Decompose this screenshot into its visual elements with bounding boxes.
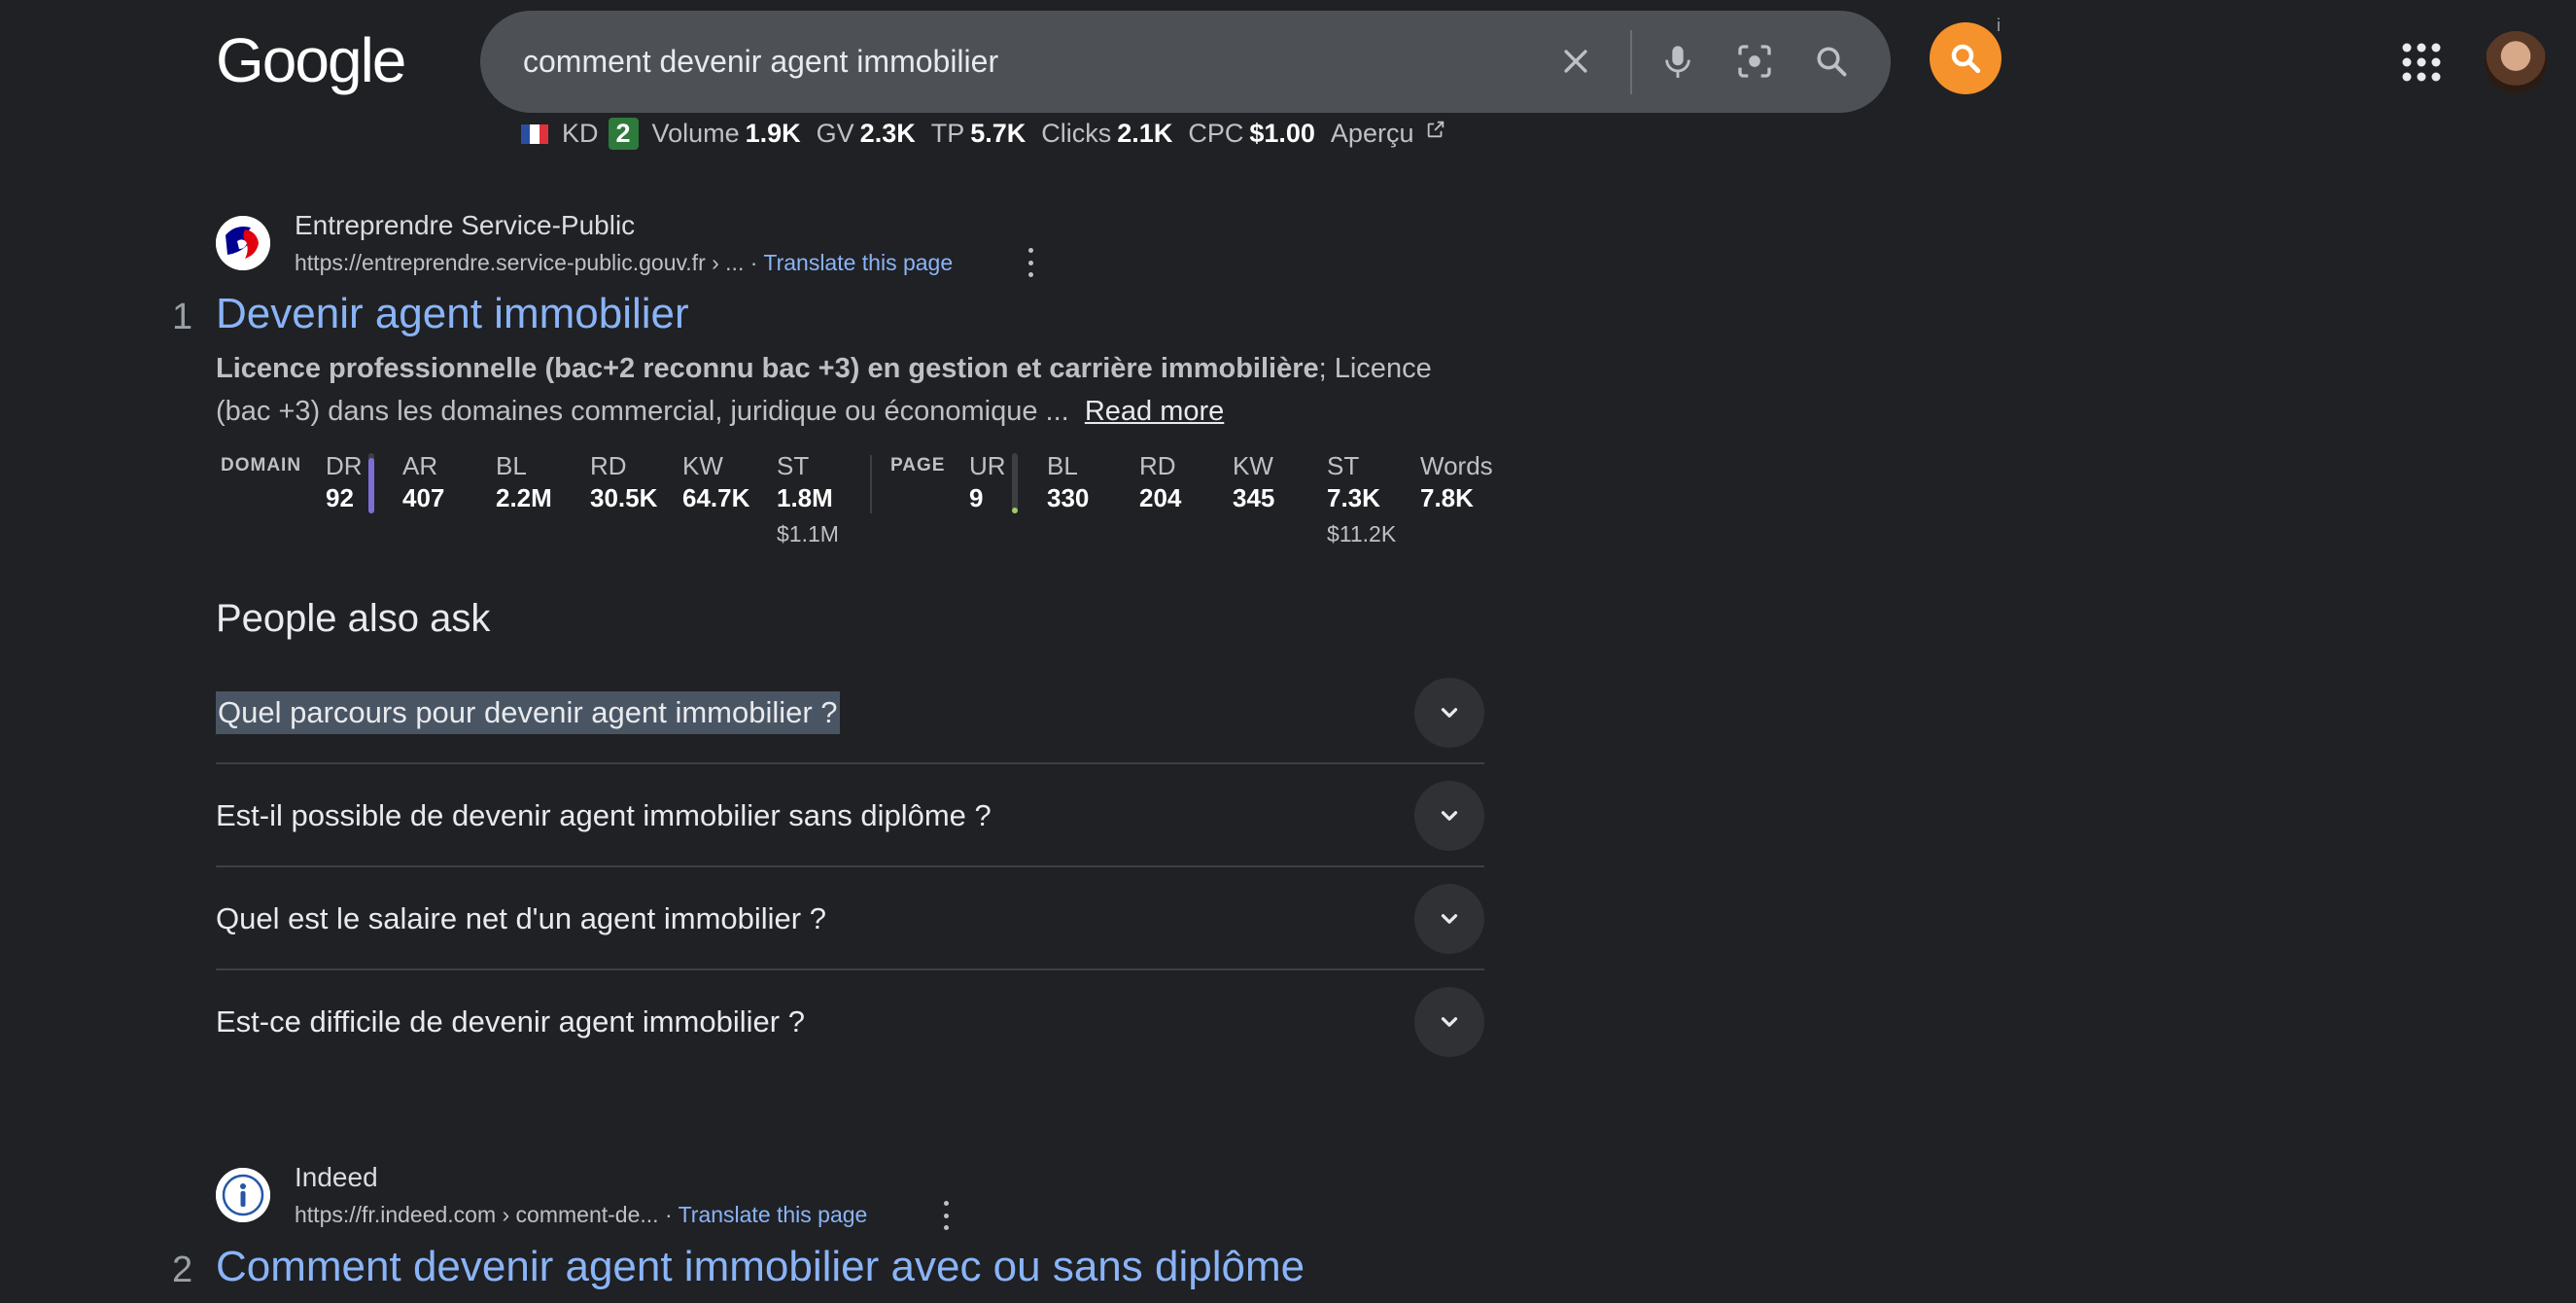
keyword-metrics-bar: KD 2 Volume 1.9K GV 2.3K TP 5.7K Clicks 2.1K… [521, 118, 1446, 150]
paa-question-text: Est-il possible de devenir agent immobil… [216, 798, 992, 832]
dr-level-bar [368, 453, 374, 513]
domain-rd-metric: RD 30.5K [590, 451, 658, 512]
ar-metric: AR 407 [402, 451, 445, 512]
chevron-down-icon[interactable] [1414, 781, 1484, 851]
paa-question-text: Quel parcours pour devenir agent immobil… [216, 691, 840, 734]
page-label: PAGE [890, 455, 946, 475]
domain-bl-metric: BL 2.2M [496, 451, 552, 512]
extension-search-button[interactable] [1930, 22, 2002, 94]
account-avatar[interactable] [2485, 31, 2547, 93]
france-flag-icon [521, 123, 548, 144]
result-title-link[interactable]: Comment devenir agent immobilier avec ou… [216, 1243, 1305, 1291]
result-rank: 1 [172, 297, 193, 337]
site-favicon[interactable] [216, 216, 270, 270]
words-metric: Words 7.8K [1420, 451, 1493, 512]
clear-icon[interactable] [1550, 36, 1601, 87]
page-st-metric: ST 7.3K $11.2K [1327, 451, 1397, 546]
page-kw-metric: KW 345 [1233, 451, 1275, 512]
dr-metric: DR 92 [326, 451, 363, 512]
result-title-link[interactable]: Devenir agent immobilier [216, 290, 689, 338]
kd-badge: 2 [608, 118, 639, 150]
site-url[interactable]: https://entreprendre.service-public.gouv… [295, 250, 953, 276]
tp-metric: TP 5.7K [930, 119, 1027, 148]
search-divider [1630, 30, 1632, 94]
marianne-logo-icon [216, 216, 270, 270]
chevron-down-icon[interactable] [1414, 987, 1484, 1057]
translate-link[interactable]: Translate this page [763, 250, 953, 275]
page-rd-metric: RD 204 [1139, 451, 1182, 512]
domain-st-metric: ST 1.8M $1.1M [777, 451, 839, 546]
read-more-link[interactable]: Read more [1085, 396, 1224, 427]
gv-metric: GV 2.3K [816, 119, 916, 148]
ur-level-bar [1012, 453, 1018, 513]
paa-question-text: Est-ce difficile de devenir agent immobi… [216, 1004, 805, 1039]
chevron-down-icon[interactable] [1414, 884, 1484, 954]
site-favicon[interactable] [216, 1168, 270, 1222]
paa-question[interactable]: Quel est le salaire net d'un agent immob… [216, 867, 1484, 970]
camera-lens-icon[interactable] [1729, 36, 1780, 87]
google-apps-icon[interactable] [2401, 42, 2442, 83]
ur-metric: UR 9 [969, 451, 1006, 512]
search-input[interactable]: comment devenir agent immobilier [523, 44, 998, 80]
result-rank: 2 [172, 1250, 193, 1290]
volume-metric: Volume 1.9K [651, 119, 801, 148]
paa-question[interactable]: Quel parcours pour devenir agent immobil… [216, 661, 1484, 764]
search-icon[interactable] [1806, 36, 1857, 87]
cpc-metric: CPC $1.00 [1188, 119, 1315, 148]
google-logo[interactable]: Google [216, 24, 406, 96]
external-link-icon [1427, 121, 1445, 138]
kd-label: KD [562, 119, 599, 148]
site-url[interactable]: https://fr.indeed.com › comment-de... · … [295, 1202, 867, 1228]
indeed-logo-icon [216, 1168, 270, 1222]
info-icon[interactable]: i [1997, 16, 2001, 36]
more-options-icon[interactable] [1027, 248, 1034, 277]
chevron-down-icon[interactable] [1414, 678, 1484, 748]
page-bl-metric: BL 330 [1047, 451, 1090, 512]
metrics-divider [870, 455, 872, 513]
paa-question-text: Quel est le salaire net d'un agent immob… [216, 901, 826, 935]
search-icon [1951, 44, 1981, 74]
site-name[interactable]: Entreprendre Service-Public [295, 210, 635, 241]
paa-question[interactable]: Est-il possible de devenir agent immobil… [216, 764, 1484, 867]
domain-kw-metric: KW 64.7K [682, 451, 750, 512]
site-name[interactable]: Indeed [295, 1162, 378, 1193]
people-also-ask-heading: People also ask [216, 597, 491, 640]
domain-label: DOMAIN [221, 455, 302, 475]
translate-link[interactable]: Translate this page [679, 1202, 868, 1227]
more-options-icon[interactable] [942, 1201, 950, 1230]
result-snippet: Licence professionnelle (bac+2 reconnu b… [216, 353, 1432, 427]
clicks-metric: Clicks 2.1K [1041, 119, 1173, 148]
microphone-icon[interactable] [1653, 36, 1703, 87]
search-box[interactable]: comment devenir agent immobilier [480, 11, 1891, 113]
paa-question[interactable]: Est-ce difficile de devenir agent immobi… [216, 970, 1484, 1074]
apercu-link[interactable]: Aperçu [1331, 119, 1446, 149]
